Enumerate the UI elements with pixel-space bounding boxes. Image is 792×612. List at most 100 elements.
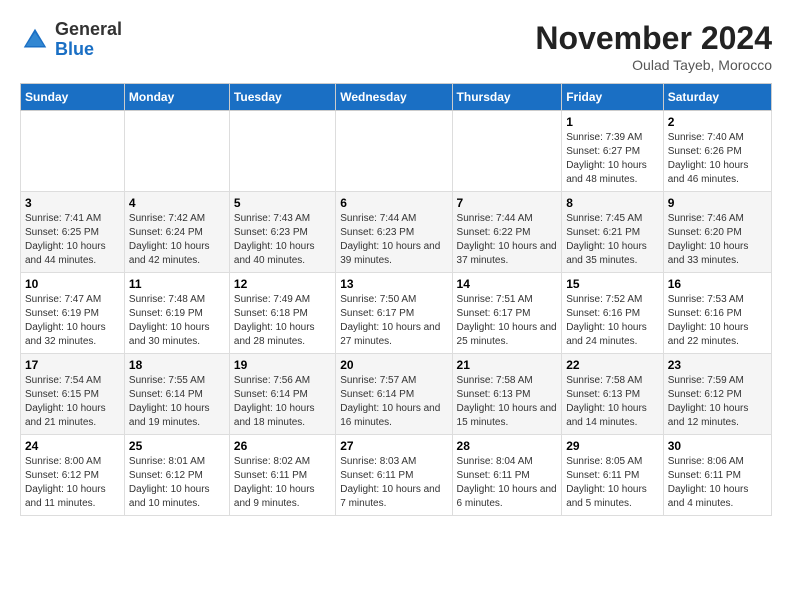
day-info: Sunrise: 7:57 AM Sunset: 6:14 PM Dayligh… bbox=[340, 374, 447, 430]
day-number: 27 bbox=[340, 439, 447, 453]
calendar-table: SundayMondayTuesdayWednesdayThursdayFrid… bbox=[20, 83, 772, 516]
calendar-cell: 23Sunrise: 7:59 AM Sunset: 6:12 PM Dayli… bbox=[663, 354, 771, 435]
day-number: 26 bbox=[234, 439, 331, 453]
day-number: 16 bbox=[668, 277, 767, 291]
calendar-cell: 3Sunrise: 7:41 AM Sunset: 6:25 PM Daylig… bbox=[21, 192, 125, 273]
day-number: 29 bbox=[566, 439, 659, 453]
weekday-header-saturday: Saturday bbox=[663, 84, 771, 111]
day-number: 24 bbox=[25, 439, 120, 453]
day-number: 1 bbox=[566, 115, 659, 129]
month-title: November 2024 bbox=[535, 20, 772, 57]
weekday-header-thursday: Thursday bbox=[452, 84, 562, 111]
day-number: 13 bbox=[340, 277, 447, 291]
day-info: Sunrise: 7:41 AM Sunset: 6:25 PM Dayligh… bbox=[25, 212, 120, 268]
calendar-cell: 21 Sunrise: 7:58 AM Sunset: 6:13 PM Dayli… bbox=[452, 354, 562, 435]
day-info: Sunrise: 7:58 AM Sunset: 6:13 PM Dayligh… bbox=[566, 374, 659, 430]
calendar-week-1: 1 Sunrise: 7:39 AM Sunset: 6:27 PM Daylig… bbox=[21, 111, 772, 192]
day-info: Sunrise: 7:44 AM Sunset: 6:22 PM Dayligh… bbox=[457, 212, 558, 268]
day-number: 14 bbox=[457, 277, 558, 291]
day-number: 25 bbox=[129, 439, 225, 453]
calendar-cell: 10 Sunrise: 7:47 AM Sunset: 6:19 PM Dayli… bbox=[21, 273, 125, 354]
page-header: General Blue November 2024 Oulad Tayeb, … bbox=[20, 20, 772, 73]
calendar-header: SundayMondayTuesdayWednesdayThursdayFrid… bbox=[21, 84, 772, 111]
calendar-cell bbox=[124, 111, 229, 192]
day-number: 15 bbox=[566, 277, 659, 291]
day-number: 12 bbox=[234, 277, 331, 291]
day-number: 22 bbox=[566, 358, 659, 372]
day-number: 20 bbox=[340, 358, 447, 372]
weekday-header-wednesday: Wednesday bbox=[336, 84, 452, 111]
calendar-cell: 29Sunrise: 8:05 AM Sunset: 6:11 PM Dayli… bbox=[562, 435, 664, 516]
day-number: 8 bbox=[566, 196, 659, 210]
calendar-cell: 20 Sunrise: 7:57 AM Sunset: 6:14 PM Dayli… bbox=[336, 354, 452, 435]
day-number: 5 bbox=[234, 196, 331, 210]
weekday-header-tuesday: Tuesday bbox=[229, 84, 335, 111]
calendar-cell: 26 Sunrise: 8:02 AM Sunset: 6:11 PM Dayli… bbox=[229, 435, 335, 516]
day-number: 17 bbox=[25, 358, 120, 372]
weekday-header-friday: Friday bbox=[562, 84, 664, 111]
day-info: Sunrise: 7:46 AM Sunset: 6:20 PM Dayligh… bbox=[668, 212, 767, 268]
day-info: Sunrise: 7:39 AM Sunset: 6:27 PM Dayligh… bbox=[566, 131, 659, 187]
calendar-cell bbox=[21, 111, 125, 192]
day-info: Sunrise: 8:04 AM Sunset: 6:11 PM Dayligh… bbox=[457, 455, 558, 511]
calendar-cell bbox=[229, 111, 335, 192]
day-info: Sunrise: 7:42 AM Sunset: 6:24 PM Dayligh… bbox=[129, 212, 225, 268]
calendar-cell: 19 Sunrise: 7:56 AM Sunset: 6:14 PM Dayli… bbox=[229, 354, 335, 435]
calendar-cell: 9Sunrise: 7:46 AM Sunset: 6:20 PM Daylig… bbox=[663, 192, 771, 273]
weekday-header-sunday: Sunday bbox=[21, 84, 125, 111]
calendar-cell: 7 Sunrise: 7:44 AM Sunset: 6:22 PM Daylig… bbox=[452, 192, 562, 273]
day-number: 21 bbox=[457, 358, 558, 372]
day-info: Sunrise: 7:55 AM Sunset: 6:14 PM Dayligh… bbox=[129, 374, 225, 430]
logo-blue: Blue bbox=[55, 40, 122, 60]
day-number: 7 bbox=[457, 196, 558, 210]
day-info: Sunrise: 7:52 AM Sunset: 6:16 PM Dayligh… bbox=[566, 293, 659, 349]
calendar-cell: 1 Sunrise: 7:39 AM Sunset: 6:27 PM Daylig… bbox=[562, 111, 664, 192]
day-info: Sunrise: 7:59 AM Sunset: 6:12 PM Dayligh… bbox=[668, 374, 767, 430]
weekday-row: SundayMondayTuesdayWednesdayThursdayFrid… bbox=[21, 84, 772, 111]
day-number: 30 bbox=[668, 439, 767, 453]
calendar-cell: 22 Sunrise: 7:58 AM Sunset: 6:13 PM Dayli… bbox=[562, 354, 664, 435]
calendar-week-2: 3Sunrise: 7:41 AM Sunset: 6:25 PM Daylig… bbox=[21, 192, 772, 273]
day-number: 11 bbox=[129, 277, 225, 291]
calendar-cell bbox=[452, 111, 562, 192]
day-info: Sunrise: 8:06 AM Sunset: 6:11 PM Dayligh… bbox=[668, 455, 767, 511]
calendar-cell: 6 Sunrise: 7:44 AM Sunset: 6:23 PM Daylig… bbox=[336, 192, 452, 273]
day-number: 19 bbox=[234, 358, 331, 372]
day-info: Sunrise: 8:00 AM Sunset: 6:12 PM Dayligh… bbox=[25, 455, 120, 511]
day-info: Sunrise: 7:56 AM Sunset: 6:14 PM Dayligh… bbox=[234, 374, 331, 430]
calendar-cell: 16 Sunrise: 7:53 AM Sunset: 6:16 PM Dayli… bbox=[663, 273, 771, 354]
logo-text: General Blue bbox=[55, 20, 122, 60]
logo-general: General bbox=[55, 20, 122, 40]
calendar-cell: 30 Sunrise: 8:06 AM Sunset: 6:11 PM Dayli… bbox=[663, 435, 771, 516]
day-info: Sunrise: 7:54 AM Sunset: 6:15 PM Dayligh… bbox=[25, 374, 120, 430]
day-info: Sunrise: 7:43 AM Sunset: 6:23 PM Dayligh… bbox=[234, 212, 331, 268]
calendar-cell: 14Sunrise: 7:51 AM Sunset: 6:17 PM Dayli… bbox=[452, 273, 562, 354]
day-info: Sunrise: 7:49 AM Sunset: 6:18 PM Dayligh… bbox=[234, 293, 331, 349]
weekday-header-monday: Monday bbox=[124, 84, 229, 111]
calendar-cell: 17 Sunrise: 7:54 AM Sunset: 6:15 PM Dayli… bbox=[21, 354, 125, 435]
calendar-cell: 25Sunrise: 8:01 AM Sunset: 6:12 PM Dayli… bbox=[124, 435, 229, 516]
day-number: 10 bbox=[25, 277, 120, 291]
location: Oulad Tayeb, Morocco bbox=[535, 57, 772, 73]
day-number: 28 bbox=[457, 439, 558, 453]
calendar-week-4: 17 Sunrise: 7:54 AM Sunset: 6:15 PM Dayli… bbox=[21, 354, 772, 435]
title-block: November 2024 Oulad Tayeb, Morocco bbox=[535, 20, 772, 73]
calendar-cell: 13 Sunrise: 7:50 AM Sunset: 6:17 PM Dayli… bbox=[336, 273, 452, 354]
day-info: Sunrise: 7:53 AM Sunset: 6:16 PM Dayligh… bbox=[668, 293, 767, 349]
calendar-cell: 12 Sunrise: 7:49 AM Sunset: 6:18 PM Dayli… bbox=[229, 273, 335, 354]
calendar-cell: 8Sunrise: 7:45 AM Sunset: 6:21 PM Daylig… bbox=[562, 192, 664, 273]
calendar-cell: 4 Sunrise: 7:42 AM Sunset: 6:24 PM Daylig… bbox=[124, 192, 229, 273]
day-number: 4 bbox=[129, 196, 225, 210]
day-number: 18 bbox=[129, 358, 225, 372]
day-info: Sunrise: 7:40 AM Sunset: 6:26 PM Dayligh… bbox=[668, 131, 767, 187]
calendar-cell: 11Sunrise: 7:48 AM Sunset: 6:19 PM Dayli… bbox=[124, 273, 229, 354]
day-info: Sunrise: 8:02 AM Sunset: 6:11 PM Dayligh… bbox=[234, 455, 331, 511]
day-info: Sunrise: 8:03 AM Sunset: 6:11 PM Dayligh… bbox=[340, 455, 447, 511]
day-info: Sunrise: 7:47 AM Sunset: 6:19 PM Dayligh… bbox=[25, 293, 120, 349]
day-info: Sunrise: 7:58 AM Sunset: 6:13 PM Dayligh… bbox=[457, 374, 558, 430]
day-info: Sunrise: 7:50 AM Sunset: 6:17 PM Dayligh… bbox=[340, 293, 447, 349]
day-info: Sunrise: 7:44 AM Sunset: 6:23 PM Dayligh… bbox=[340, 212, 447, 268]
calendar-cell: 28 Sunrise: 8:04 AM Sunset: 6:11 PM Dayli… bbox=[452, 435, 562, 516]
day-number: 6 bbox=[340, 196, 447, 210]
calendar-week-3: 10 Sunrise: 7:47 AM Sunset: 6:19 PM Dayli… bbox=[21, 273, 772, 354]
